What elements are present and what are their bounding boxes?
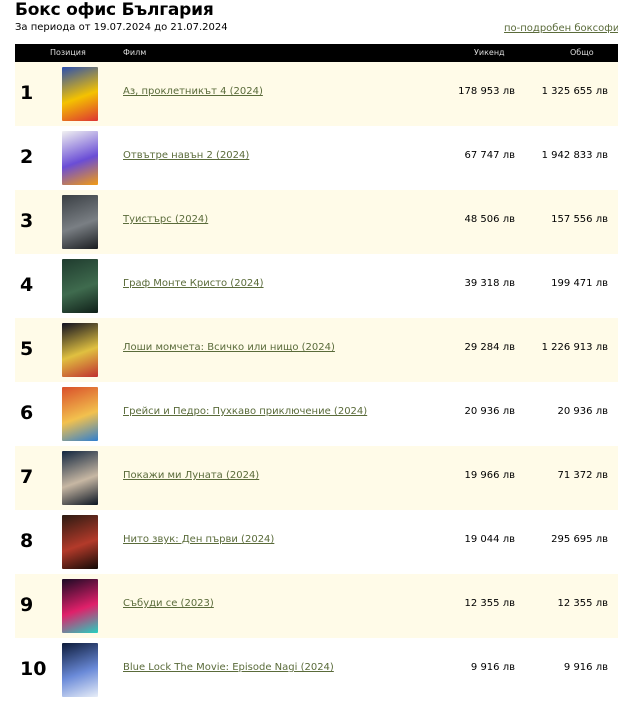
rank-number: 7 — [20, 466, 34, 488]
page-title: Бокс офис България — [15, 0, 214, 20]
rank-number: 1 — [20, 82, 34, 104]
weekend-gross: 9 916 лв — [470, 662, 515, 673]
rank-number: 5 — [20, 338, 34, 360]
rank-number: 4 — [20, 274, 34, 296]
rank-number: 3 — [20, 210, 34, 232]
weekend-gross: 48 506 лв — [464, 214, 515, 225]
film-title-link[interactable]: Покажи ми Луната (2024) — [123, 470, 259, 481]
total-gross: 199 471 лв — [551, 278, 608, 289]
weekend-gross: 20 936 лв — [464, 406, 515, 417]
movie-poster[interactable] — [62, 387, 98, 441]
movie-poster[interactable] — [62, 195, 98, 249]
table-row: 4 Граф Монте Кристо (2024) 39 318 лв 199 47… — [15, 254, 618, 318]
film-title-link[interactable]: Граф Монте Кристо (2024) — [123, 278, 264, 289]
table-row: 9 Събуди се (2023) 12 355 лв 12 355 лв — [15, 574, 618, 638]
rank-number: 10 — [20, 658, 47, 680]
film-title-link[interactable]: Лоши момчета: Всичко или нищо (2024) — [123, 342, 335, 353]
rank-number: 6 — [20, 402, 34, 424]
table-body: 1 Аз, проклетникът 4 (2024) 178 953 лв 1 32… — [15, 62, 618, 702]
table-header: Позиция Филм Уикенд Общо — [15, 44, 618, 62]
film-title-link[interactable]: Аз, проклетникът 4 (2024) — [123, 86, 263, 97]
table-row: 6 Грейси и Педро: Пухкаво приключение (20… — [15, 382, 618, 446]
table-row: 7 Покажи ми Луната (2024) 19 966 лв 71 372 … — [15, 446, 618, 510]
table-row: 1 Аз, проклетникът 4 (2024) 178 953 лв 1 32… — [15, 62, 618, 126]
movie-poster[interactable] — [62, 643, 98, 697]
film-title-link[interactable]: Отвътре навън 2 (2024) — [123, 150, 249, 161]
column-header-weekend: Уикенд — [474, 48, 505, 57]
total-gross: 1 325 655 лв — [541, 86, 608, 97]
weekend-gross: 39 318 лв — [464, 278, 515, 289]
film-title-link[interactable]: Събуди се (2023) — [123, 598, 214, 609]
movie-poster[interactable] — [62, 579, 98, 633]
movie-poster[interactable] — [62, 451, 98, 505]
total-gross: 71 372 лв — [557, 470, 608, 481]
film-title-link[interactable]: Грейси и Педро: Пухкаво приключение (202… — [123, 406, 367, 417]
detailed-boxoffice-link[interactable]: по-подробен боксофис — [504, 23, 618, 34]
table-row: 2 Отвътре навън 2 (2024) 67 747 лв 1 942 83… — [15, 126, 618, 190]
table-row: 3 Туистърс (2024) 48 506 лв 157 556 лв — [15, 190, 618, 254]
movie-poster[interactable] — [62, 323, 98, 377]
total-gross: 295 695 лв — [551, 534, 608, 545]
weekend-gross: 19 966 лв — [464, 470, 515, 481]
period-subtitle: За периода от 19.07.2024 до 21.07.2024 — [15, 22, 228, 33]
movie-poster[interactable] — [62, 67, 98, 121]
movie-poster[interactable] — [62, 515, 98, 569]
column-header-film: Филм — [123, 48, 147, 57]
weekend-gross: 29 284 лв — [464, 342, 515, 353]
boxoffice-table: Позиция Филм Уикенд Общо 1 Аз, проклетник… — [15, 44, 618, 702]
total-gross: 12 355 лв — [557, 598, 608, 609]
total-gross: 157 556 лв — [551, 214, 608, 225]
total-gross: 9 916 лв — [563, 662, 608, 673]
table-row: 10 Blue Lock The Movie: Episode Nagi (202… — [15, 638, 618, 702]
column-header-position: Позиция — [50, 48, 86, 57]
movie-poster[interactable] — [62, 131, 98, 185]
weekend-gross: 12 355 лв — [464, 598, 515, 609]
column-header-total: Общо — [570, 48, 594, 57]
table-row: 5 Лоши момчета: Всичко или нищо (2024) 29 … — [15, 318, 618, 382]
film-title-link[interactable]: Нито звук: Ден първи (2024) — [123, 534, 274, 545]
total-gross: 20 936 лв — [557, 406, 608, 417]
weekend-gross: 67 747 лв — [464, 150, 515, 161]
movie-poster[interactable] — [62, 259, 98, 313]
table-row: 8 Нито звук: Ден първи (2024) 19 044 лв 295… — [15, 510, 618, 574]
total-gross: 1 226 913 лв — [541, 342, 608, 353]
weekend-gross: 178 953 лв — [458, 86, 515, 97]
film-title-link[interactable]: Туистърс (2024) — [123, 214, 208, 225]
film-title-link[interactable]: Blue Lock The Movie: Episode Nagi (2024) — [123, 662, 334, 673]
rank-number: 2 — [20, 146, 34, 168]
rank-number: 9 — [20, 594, 34, 616]
total-gross: 1 942 833 лв — [541, 150, 608, 161]
weekend-gross: 19 044 лв — [464, 534, 515, 545]
rank-number: 8 — [20, 530, 34, 552]
